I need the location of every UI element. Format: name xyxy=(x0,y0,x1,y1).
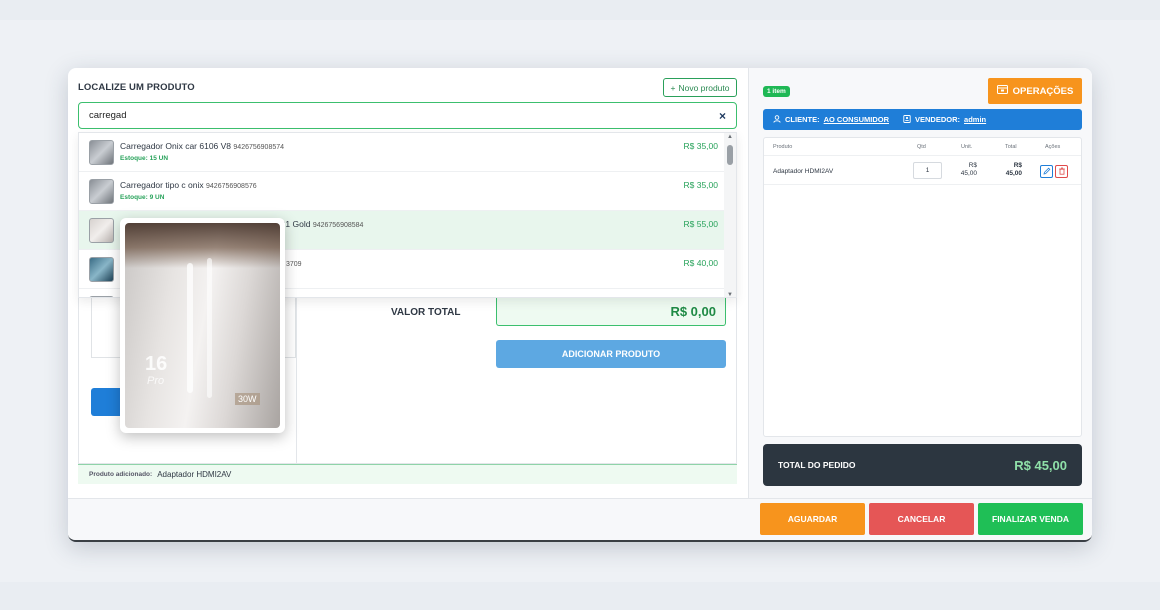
result-name-line: Carregador tipo c onix 9426756908576 xyxy=(120,180,257,190)
product-image-preview: 16 Pro 30W xyxy=(120,218,285,433)
unit-value: 45,00 xyxy=(960,170,977,177)
col-unit: Unit. xyxy=(961,144,973,150)
scroll-thumb[interactable] xyxy=(727,145,733,165)
add-product-button[interactable]: ADICIONAR PRODUTO xyxy=(496,340,726,368)
finish-sale-button[interactable]: FINALIZAR VENDA xyxy=(978,503,1083,535)
cart-header: Produto Qtd Unit. Total Ações xyxy=(764,138,1081,156)
client-link[interactable]: AO CONSUMIDOR xyxy=(824,115,889,124)
cable-shape xyxy=(207,258,212,398)
added-product-label: Produto adicionado: xyxy=(89,471,153,478)
id-card-icon xyxy=(903,114,911,125)
result-stock: Estoque: 9 UN xyxy=(120,194,165,201)
cancel-button[interactable]: CANCELAR xyxy=(869,503,974,535)
added-product-bar: Produto adicionado: Adaptador HDMI2AV xyxy=(78,464,737,484)
client-seller-bar: CLIENTE: AO CONSUMIDOR VENDEDOR: admin xyxy=(763,109,1082,130)
trash-icon xyxy=(1058,167,1066,177)
col-product: Produto xyxy=(773,144,793,150)
items-count-badge: 1 item xyxy=(763,86,790,97)
row-unit-price: R$ 45,00 xyxy=(957,162,977,178)
pos-window: LOCALIZE UM PRODUTO + Novo produto × VAL… xyxy=(68,68,1092,542)
total-currency: R$ xyxy=(1013,162,1022,169)
photo-text-16: 16 xyxy=(145,353,168,375)
wait-button[interactable]: AGUARDAR xyxy=(760,503,865,535)
operations-button[interactable]: OPERAÇÕES xyxy=(988,78,1082,104)
scroll-down-icon[interactable]: ▼ xyxy=(727,292,733,297)
results-scrollbar[interactable]: ▲ ▼ xyxy=(724,133,736,297)
order-total-value: R$ 45,00 xyxy=(1014,457,1067,473)
new-product-button[interactable]: + Novo produto xyxy=(663,78,737,97)
product-search-input[interactable] xyxy=(89,110,719,121)
pencil-icon xyxy=(1042,167,1051,177)
edit-item-button[interactable] xyxy=(1040,165,1053,178)
product-thumbnail xyxy=(89,179,114,204)
new-product-label: Novo produto xyxy=(678,82,730,93)
client-label: CLIENTE: xyxy=(785,115,820,124)
result-name-line: Carregador Onix car 6106 V8 942675690857… xyxy=(120,141,284,151)
col-total: Total xyxy=(1005,144,1017,150)
cash-register-icon xyxy=(996,85,1008,97)
col-qty: Qtd xyxy=(917,144,926,150)
result-code: 3709 xyxy=(286,261,302,268)
cable-shape xyxy=(187,263,193,393)
product-thumbnail xyxy=(89,257,114,282)
product-search-field[interactable]: × xyxy=(78,102,737,129)
result-price: R$ 35,00 xyxy=(683,141,719,151)
photo-text-30w: 30W xyxy=(235,393,260,405)
result-price: R$ 55,00 xyxy=(683,219,719,229)
result-name: Carregador Onix car 6106 V8 xyxy=(120,141,232,151)
result-name-line: A31 Gold 9426756908584 xyxy=(275,219,363,229)
result-name: Carregador tipo c onix xyxy=(120,180,204,190)
user-icon xyxy=(773,114,781,125)
result-code: 9426756908584 xyxy=(312,222,364,229)
photo-text-pro: Pro xyxy=(147,375,165,387)
product-thumbnail xyxy=(89,296,114,297)
order-panel: 1 item OPERAÇÕES CLIENTE: AO CONSUMIDOR … xyxy=(748,68,1092,498)
product-thumbnail xyxy=(89,218,114,243)
row-total-price: R$ 45,00 xyxy=(1000,162,1022,178)
unit-currency: R$ xyxy=(968,162,977,169)
valor-total-label: VALOR TOTAL xyxy=(391,307,461,318)
order-total-box: TOTAL DO PEDIDO R$ 45,00 xyxy=(763,444,1082,486)
search-result-item[interactable]: Carregador tipo c onix 9426756908576 Est… xyxy=(79,172,726,211)
col-actions: Ações xyxy=(1045,144,1061,150)
clear-search-icon[interactable]: × xyxy=(719,109,726,123)
total-value: 45,00 xyxy=(1005,170,1022,177)
result-code: 9426756908576 xyxy=(206,183,257,190)
operations-label: OPERAÇÕES xyxy=(1012,85,1074,97)
quantity-input[interactable]: 1 xyxy=(913,162,942,179)
product-photo: 16 Pro 30W xyxy=(125,223,280,428)
cart-table: Produto Qtd Unit. Total Ações Adaptador … xyxy=(763,137,1082,437)
delete-item-button[interactable] xyxy=(1055,165,1068,178)
search-result-item[interactable]: Carregador Onix car 6106 V8 942675690857… xyxy=(79,133,726,172)
scroll-up-icon[interactable]: ▲ xyxy=(727,134,733,140)
valor-total-field: R$ 0,00 xyxy=(496,298,726,326)
row-product: Adaptador HDMI2AV xyxy=(773,168,834,175)
result-price: R$ 35,00 xyxy=(683,180,719,190)
product-thumbnail xyxy=(89,140,114,165)
action-footer: AGUARDAR CANCELAR FINALIZAR VENDA xyxy=(68,498,1092,540)
table-row: Adaptador HDMI2AV 1 R$ 45,00 R$ 45,00 xyxy=(764,157,1081,185)
result-price: R$ 40,00 xyxy=(683,258,719,268)
added-product-value: Adaptador HDMI2AV xyxy=(157,470,232,479)
product-search-panel: LOCALIZE UM PRODUTO + Novo produto × VAL… xyxy=(68,68,748,498)
result-name-line: 3709 xyxy=(286,258,302,268)
seller-link[interactable]: admin xyxy=(964,115,986,124)
result-stock: Estoque: 15 UN xyxy=(120,155,169,162)
result-code: 9426756908574 xyxy=(233,144,285,151)
plus-icon: + xyxy=(670,82,676,93)
order-total-label: TOTAL DO PEDIDO xyxy=(778,460,856,470)
search-panel-title: LOCALIZE UM PRODUTO xyxy=(78,82,195,93)
form-divider xyxy=(296,298,297,464)
seller-label: VENDEDOR: xyxy=(915,115,961,124)
